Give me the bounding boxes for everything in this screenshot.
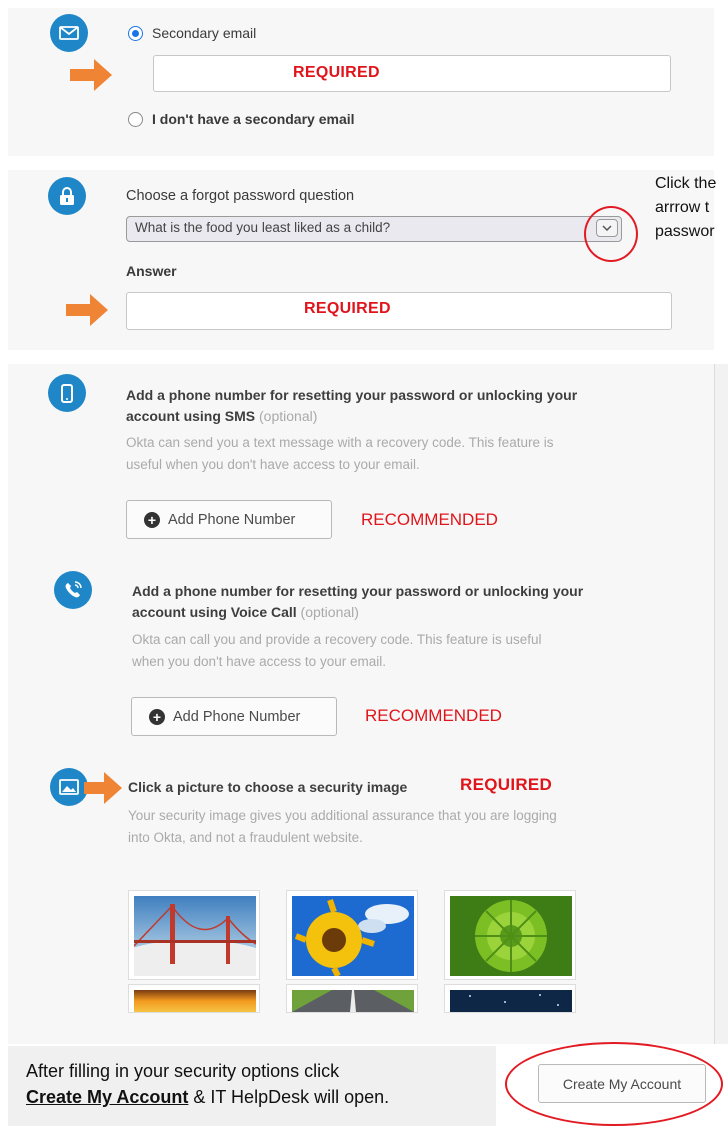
create-my-account-button[interactable]: Create My Account <box>538 1064 706 1103</box>
arrow-pointer-answer <box>66 294 108 326</box>
instruction-line-1: After filling in your security options c… <box>26 1061 340 1081</box>
security-image-road[interactable] <box>286 984 418 1013</box>
security-image-succulent[interactable] <box>444 890 576 980</box>
no-secondary-email-label: I don't have a secondary email <box>152 111 355 127</box>
security-image-stars[interactable] <box>444 984 576 1013</box>
dropdown-highlight-circle <box>584 206 638 262</box>
security-image-title: Click a picture to choose a security ima… <box>128 779 408 795</box>
create-my-account-label: Create My Account <box>562 1075 682 1092</box>
sms-title-line-2: account using SMS <box>126 408 256 424</box>
callout-line-1: Click the <box>655 175 717 192</box>
callout-line-3: passwor <box>655 223 715 240</box>
security-image-sunflower[interactable] <box>286 890 418 980</box>
sms-recommended-label: RECOMMENDED <box>361 510 498 529</box>
voice-optional-label: (optional) <box>296 604 359 620</box>
add-sms-phone-button[interactable]: + Add Phone Number <box>126 500 332 539</box>
phone-icon <box>48 374 86 412</box>
sms-help-text: Okta can send you a text message with a … <box>126 432 553 476</box>
secondary-email-required-label: REQUIRED <box>293 64 380 81</box>
plus-circle-icon: + <box>149 708 165 725</box>
voice-help-line-2: when you don't have access to your email… <box>132 654 386 669</box>
add-voice-phone-label: Add Phone Number <box>173 708 301 725</box>
picture-icon <box>50 768 88 806</box>
instruction-link-text: Create My Account <box>26 1087 189 1107</box>
forgot-question-select[interactable]: What is the food you least liked as a ch… <box>126 216 622 242</box>
envelope-icon <box>50 14 88 52</box>
instruction-line-2: & IT HelpDesk will open. <box>188 1087 390 1107</box>
plus-circle-icon: + <box>144 511 160 528</box>
callout-line-2: arrrow t <box>655 199 710 216</box>
forgot-question-heading: Choose a forgot password question <box>126 188 355 204</box>
instruction-note: After filling in your security options c… <box>26 1058 389 1110</box>
sms-help-line-1: Okta can send you a text message with a … <box>126 435 554 450</box>
answer-label: Answer <box>126 263 177 279</box>
sms-title: Add a phone number for resetting your pa… <box>126 385 577 427</box>
padlock-icon <box>48 177 86 215</box>
security-image-help-line-2: into Okta, and not a fraudulent website. <box>128 830 363 845</box>
sms-optional-label: (optional) <box>255 408 318 424</box>
add-sms-phone-label: Add Phone Number <box>168 511 296 528</box>
voice-help-line-1: Okta can call you and provide a recovery… <box>132 632 542 647</box>
voice-help-text: Okta can call you and provide a recovery… <box>132 629 541 673</box>
voice-title: Add a phone number for resetting your pa… <box>132 581 583 623</box>
security-image-required-label: REQUIRED <box>460 775 553 794</box>
voice-title-line-1: Add a phone number for resetting your pa… <box>132 583 584 599</box>
answer-required-label: REQUIRED <box>304 300 391 317</box>
no-secondary-email-radio[interactable] <box>128 112 143 127</box>
voice-recommended-label: RECOMMENDED <box>365 706 502 725</box>
security-image-help-text: Your security image gives you additional… <box>128 805 557 849</box>
voice-call-icon <box>54 571 92 609</box>
security-image-sunset[interactable] <box>128 984 260 1013</box>
voice-title-line-2: account using Voice Call <box>132 604 297 620</box>
answer-input[interactable] <box>126 292 672 330</box>
secondary-email-label: Secondary email <box>152 25 257 41</box>
security-image-golden-gate[interactable] <box>128 890 260 980</box>
sms-title-line-1: Add a phone number for resetting your pa… <box>126 387 578 403</box>
dropdown-callout-note: Click the arrrow t passwor <box>655 172 716 244</box>
security-image-help-line-1: Your security image gives you additional… <box>128 808 557 823</box>
secondary-email-input[interactable] <box>153 55 671 92</box>
forgot-question-selected-value: What is the food you least liked as a ch… <box>135 220 391 235</box>
sms-help-line-2: useful when you don't have access to you… <box>126 457 420 472</box>
scrollbar-track[interactable] <box>714 364 728 1044</box>
add-voice-phone-button[interactable]: + Add Phone Number <box>131 697 337 736</box>
arrow-pointer-security-image <box>84 772 122 804</box>
secondary-email-radio[interactable] <box>128 26 143 41</box>
arrow-pointer-email <box>70 59 112 91</box>
